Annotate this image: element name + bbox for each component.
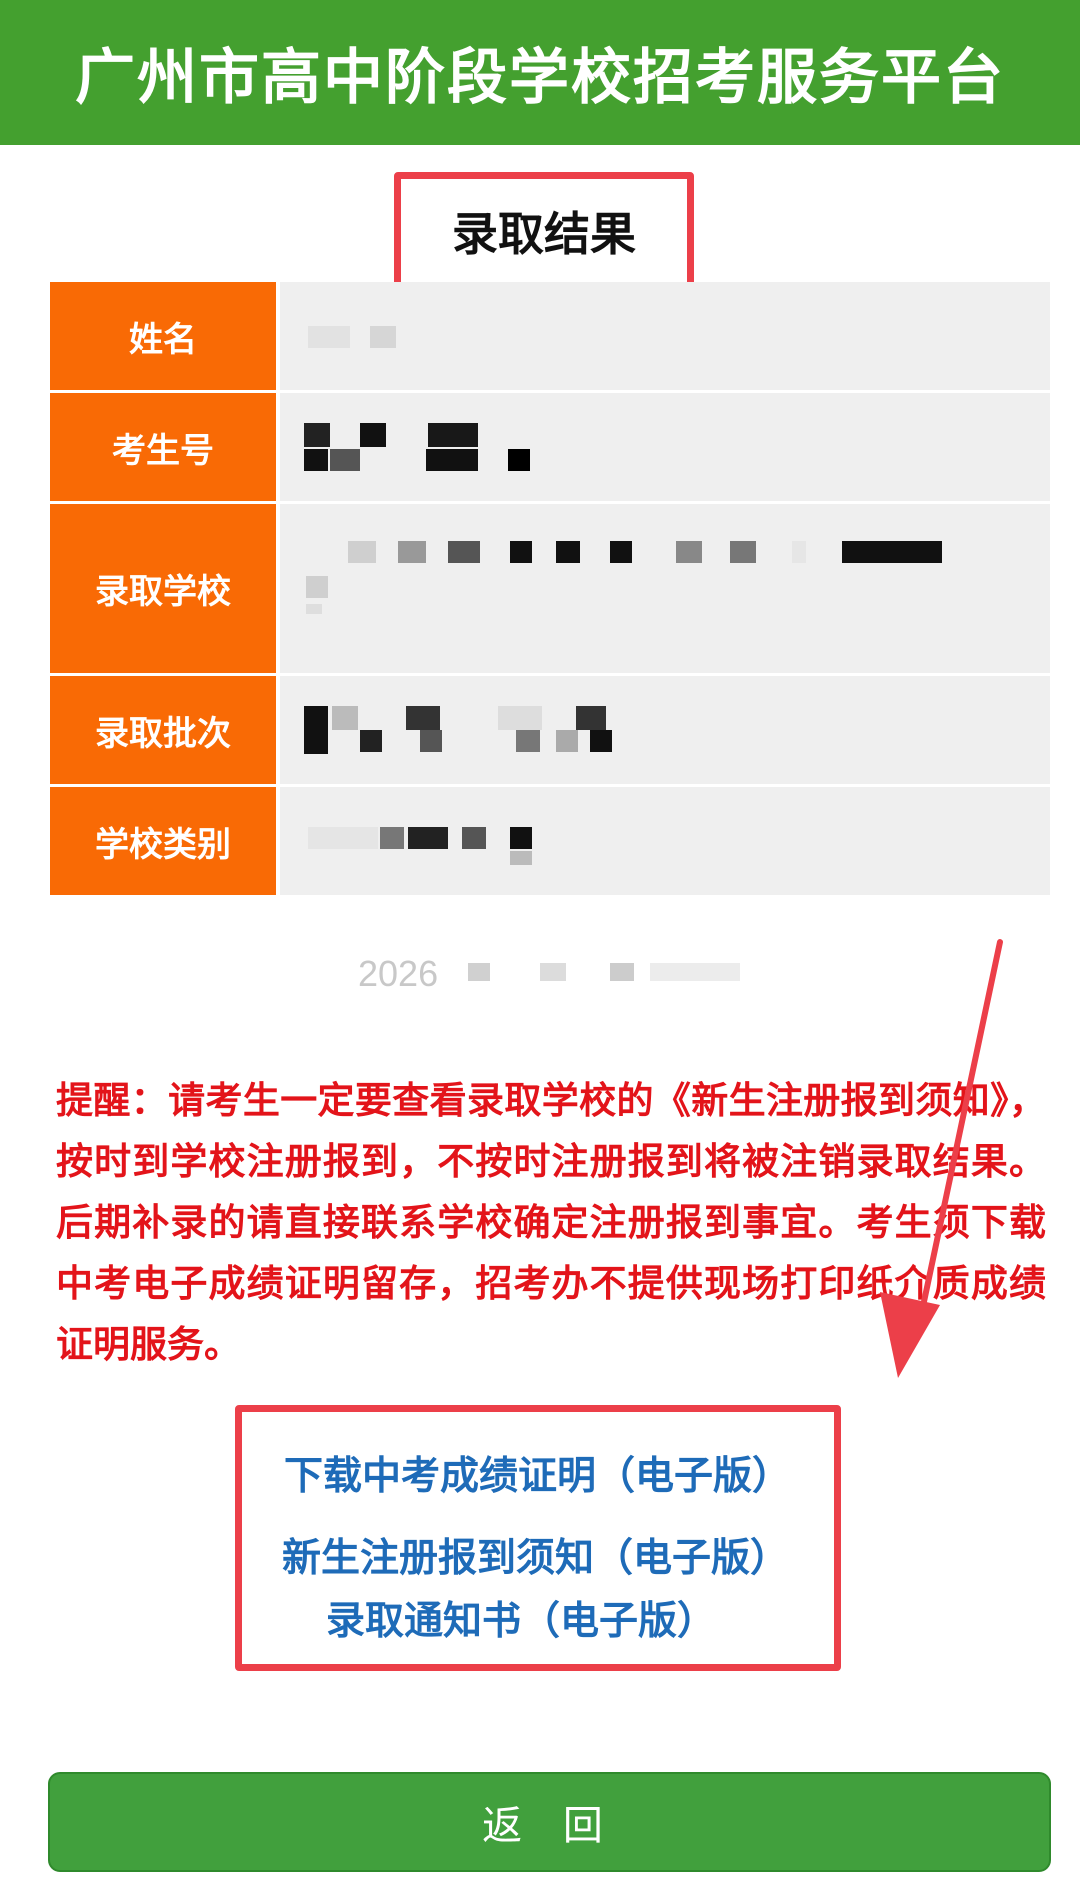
reminder-text: 提醒：请考生一定要查看录取学校的《新生注册报到须知》，按时到学校注册报到，不按时… bbox=[56, 1079, 1046, 1366]
registration-notice-link[interactable]: 新生注册报到须知（电子版） bbox=[282, 1527, 789, 1583]
date-redacted bbox=[610, 963, 634, 981]
value-school-category-redacted bbox=[276, 787, 1050, 898]
label-name: 姓名 bbox=[50, 282, 276, 393]
admission-info-table: 姓名 考生号 录取学校 录取批次 学校类别 bbox=[50, 282, 1050, 898]
value-admission-batch-redacted bbox=[276, 676, 1050, 787]
date-redacted bbox=[468, 963, 490, 981]
label-admitted-school: 录取学校 bbox=[50, 504, 276, 676]
row-school-category: 学校类别 bbox=[50, 787, 1050, 898]
back-button[interactable]: 返 回 bbox=[48, 1772, 1051, 1872]
date-line: 2026 bbox=[358, 953, 438, 995]
date-year: 2026 bbox=[358, 953, 439, 994]
value-admitted-school-redacted bbox=[276, 504, 1050, 676]
date-redacted bbox=[650, 963, 740, 981]
result-title: 录取结果 bbox=[452, 207, 636, 261]
result-title-highlight: 录取结果 bbox=[394, 172, 694, 290]
admission-letter-link[interactable]: 录取通知书（电子版） bbox=[326, 1590, 716, 1646]
download-score-certificate-link[interactable]: 下载中考成绩证明（电子版） bbox=[284, 1445, 791, 1501]
label-school-category: 学校类别 bbox=[50, 787, 276, 898]
row-admission-batch: 录取批次 bbox=[50, 676, 1050, 787]
value-exam-number-redacted bbox=[276, 393, 1050, 504]
row-exam-number: 考生号 bbox=[50, 393, 1050, 504]
date-redacted bbox=[540, 963, 566, 981]
header-title: 广州市高中阶段学校招考服务平台 bbox=[75, 43, 1005, 113]
label-admission-batch: 录取批次 bbox=[50, 676, 276, 787]
value-name-redacted bbox=[276, 282, 1050, 393]
row-name: 姓名 bbox=[50, 282, 1050, 393]
page-header: 广州市高中阶段学校招考服务平台 bbox=[0, 0, 1080, 145]
row-admitted-school: 录取学校 bbox=[50, 504, 1050, 676]
label-exam-number: 考生号 bbox=[50, 393, 276, 504]
